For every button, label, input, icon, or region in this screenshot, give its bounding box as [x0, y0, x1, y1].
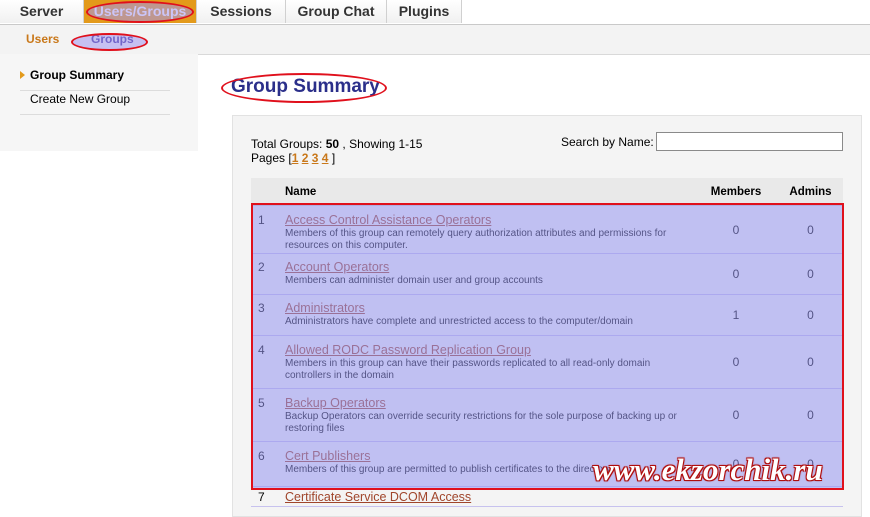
admins-count	[778, 486, 843, 507]
row-index: 6	[251, 441, 284, 487]
row-index: 4	[251, 335, 284, 389]
page-link-4[interactable]: 4	[322, 151, 329, 165]
group-description: Members of this group can remotely query…	[285, 228, 667, 251]
table-row: 1 Access Control Assistance Operators Mem…	[251, 205, 843, 254]
page-link-1[interactable]: 1	[292, 151, 299, 165]
page-title: Group Summary	[231, 76, 380, 97]
search-label: Search by Name:	[561, 135, 654, 149]
sidebar-item-group-summary[interactable]: Group Summary	[20, 67, 170, 91]
subnav-groups[interactable]: Groups	[91, 32, 134, 46]
group-link[interactable]: Access Control Assistance Operators	[285, 213, 693, 227]
col-header-members: Members	[694, 178, 778, 206]
group-link[interactable]: Certificate Service DCOM Access	[285, 490, 693, 504]
group-link[interactable]: Administrators	[285, 301, 693, 315]
table-row: 4 Allowed RODC Password Replication Grou…	[251, 335, 843, 389]
pagination: Pages [1 2 3 4 ]	[251, 151, 336, 165]
members-count: 0	[694, 388, 778, 442]
admins-count: 0	[778, 205, 843, 254]
table-row: 5 Backup Operators Backup Operators can o…	[251, 388, 843, 442]
col-header-admins: Admins	[778, 178, 843, 206]
group-description: Members in this group can have their pas…	[285, 358, 651, 381]
tab-plugins[interactable]: Plugins	[387, 0, 462, 23]
table-row: 3 Administrators Administrators have comp…	[251, 294, 843, 336]
row-index: 3	[251, 294, 284, 336]
search-input[interactable]	[656, 132, 843, 151]
table-header: Name Members Admins	[251, 178, 843, 206]
group-link[interactable]: Allowed RODC Password Replication Group	[285, 343, 693, 357]
row-index: 7	[251, 486, 284, 507]
members-count	[694, 486, 778, 507]
sidebar-item-create-group[interactable]: Create New Group	[20, 91, 170, 115]
watermark: www.ekzorchik.ru	[593, 452, 823, 487]
group-description: Backup Operators can override security r…	[285, 411, 677, 434]
members-count: 0	[694, 335, 778, 389]
members-count: 0	[694, 205, 778, 254]
admins-count: 0	[778, 294, 843, 336]
group-description: Administrators have complete and unrestr…	[285, 316, 633, 327]
tab-sessions[interactable]: Sessions	[197, 0, 286, 23]
table-row: 7 Certificate Service DCOM Access	[251, 486, 843, 507]
total-groups: Total Groups: 50 , Showing 1-15	[251, 137, 423, 151]
table-row: 2 Account Operators Members can administe…	[251, 253, 843, 295]
group-link[interactable]: Backup Operators	[285, 396, 693, 410]
admins-count: 0	[778, 335, 843, 389]
tab-group-chat[interactable]: Group Chat	[286, 0, 387, 23]
group-description: Members can administer domain user and g…	[285, 275, 543, 286]
row-index: 5	[251, 388, 284, 442]
tab-server[interactable]: Server	[0, 0, 84, 23]
admins-count: 0	[778, 388, 843, 442]
top-nav: Server Users/Groups Sessions Group Chat …	[0, 0, 870, 25]
sub-nav: Users Groups	[0, 25, 870, 55]
admins-count: 0	[778, 253, 843, 295]
page-link-2[interactable]: 2	[302, 151, 309, 165]
row-index: 2	[251, 253, 284, 295]
members-count: 1	[694, 294, 778, 336]
members-count: 0	[694, 253, 778, 295]
row-index: 1	[251, 205, 284, 254]
col-header-name: Name	[284, 178, 694, 206]
subnav-users[interactable]: Users	[26, 32, 59, 46]
tab-users-groups[interactable]: Users/Groups	[84, 0, 197, 23]
group-link[interactable]: Account Operators	[285, 260, 693, 274]
page-link-3[interactable]: 3	[312, 151, 319, 165]
